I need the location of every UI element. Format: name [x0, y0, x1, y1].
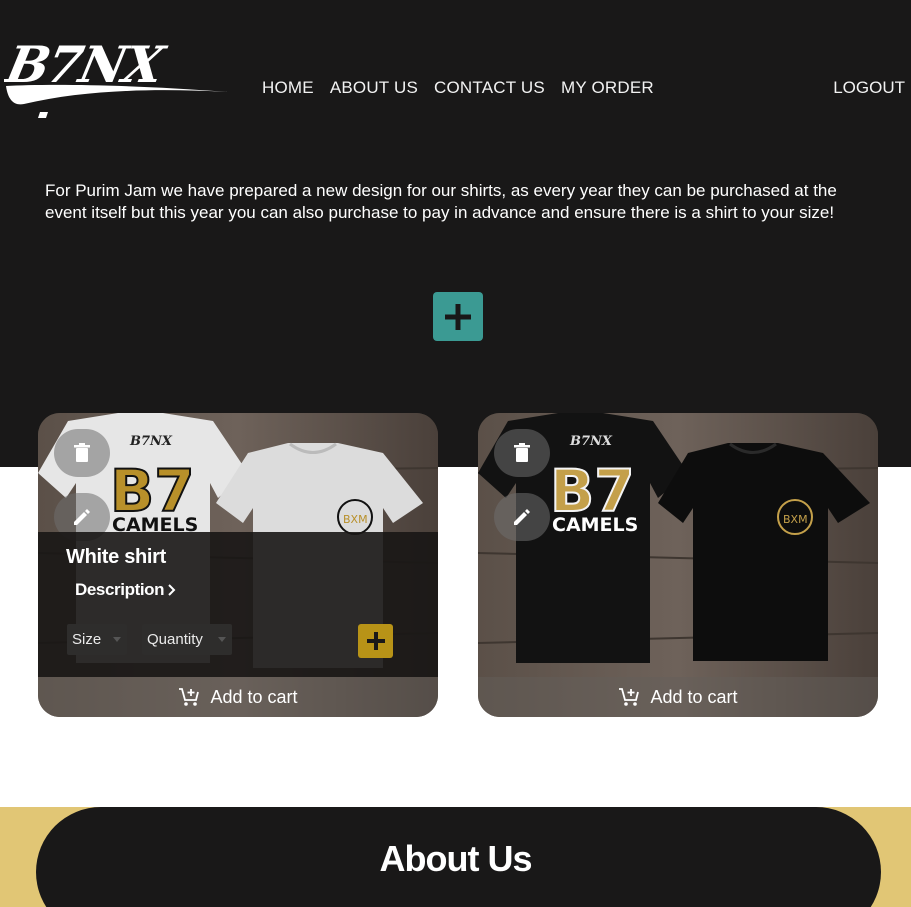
trash-icon — [74, 443, 90, 462]
main-nav: HOME ABOUT US CONTACT US MY ORDER — [262, 78, 654, 98]
description-label: Description — [75, 580, 165, 599]
size-select-label: Size — [72, 631, 102, 648]
edit-product-button[interactable] — [494, 493, 550, 541]
chevron-down-icon — [218, 637, 226, 642]
add-product-button[interactable] — [433, 292, 483, 341]
back-logo-print: B7NX — [129, 434, 173, 449]
delete-product-button[interactable] — [494, 429, 550, 477]
trash-icon — [514, 443, 530, 462]
product-title: White shirt — [66, 546, 167, 568]
add-to-cart-button[interactable]: Add to cart — [478, 677, 878, 717]
quantity-select-label: Quantity — [147, 631, 203, 648]
chevron-right-icon — [168, 584, 176, 596]
logout-link[interactable]: LOGOUT — [833, 78, 905, 98]
add-to-cart-button[interactable]: Add to cart — [38, 677, 438, 717]
nav-my-order[interactable]: MY ORDER — [561, 78, 654, 98]
badge-letters: BXM — [783, 513, 808, 526]
add-to-cart-label: Add to cart — [210, 686, 298, 707]
plus-icon — [445, 303, 471, 330]
add-cart-icon — [179, 688, 200, 706]
nav-about-us[interactable]: ABOUT US — [330, 78, 418, 98]
print-camels: CAMELS — [552, 514, 638, 536]
size-select[interactable]: Size — [67, 624, 127, 655]
nav-home[interactable]: HOME — [262, 78, 314, 98]
quantity-select[interactable]: Quantity — [142, 624, 232, 655]
intro-text: For Purim Jam we have prepared a new des… — [45, 181, 837, 222]
add-quantity-button[interactable] — [358, 624, 393, 658]
add-to-cart-label: Add to cart — [650, 686, 738, 707]
plus-icon — [366, 632, 385, 650]
chevron-down-icon — [113, 637, 121, 642]
delete-product-button[interactable] — [54, 429, 110, 477]
description-toggle[interactable]: Description — [75, 580, 177, 600]
product-card: B7NX B7 CAMELS BXM White shirt Descripti… — [38, 413, 438, 717]
badge-letters: BXM — [343, 513, 368, 526]
product-card: B7NX B7 CAMELS BXM Add to cart — [478, 413, 878, 717]
pencil-icon — [514, 509, 530, 525]
back-logo-print: B7NX — [569, 434, 613, 449]
brand-logo[interactable]: B7NX — [4, 34, 230, 118]
about-title: About Us — [379, 838, 533, 879]
logo-wordmark: B7NX — [4, 36, 171, 94]
product-info-panel: White shirt Description Size Quantity — [38, 532, 438, 677]
nav-contact-us[interactable]: CONTACT US — [434, 78, 545, 98]
pencil-icon — [74, 509, 90, 525]
add-cart-icon — [619, 688, 640, 706]
